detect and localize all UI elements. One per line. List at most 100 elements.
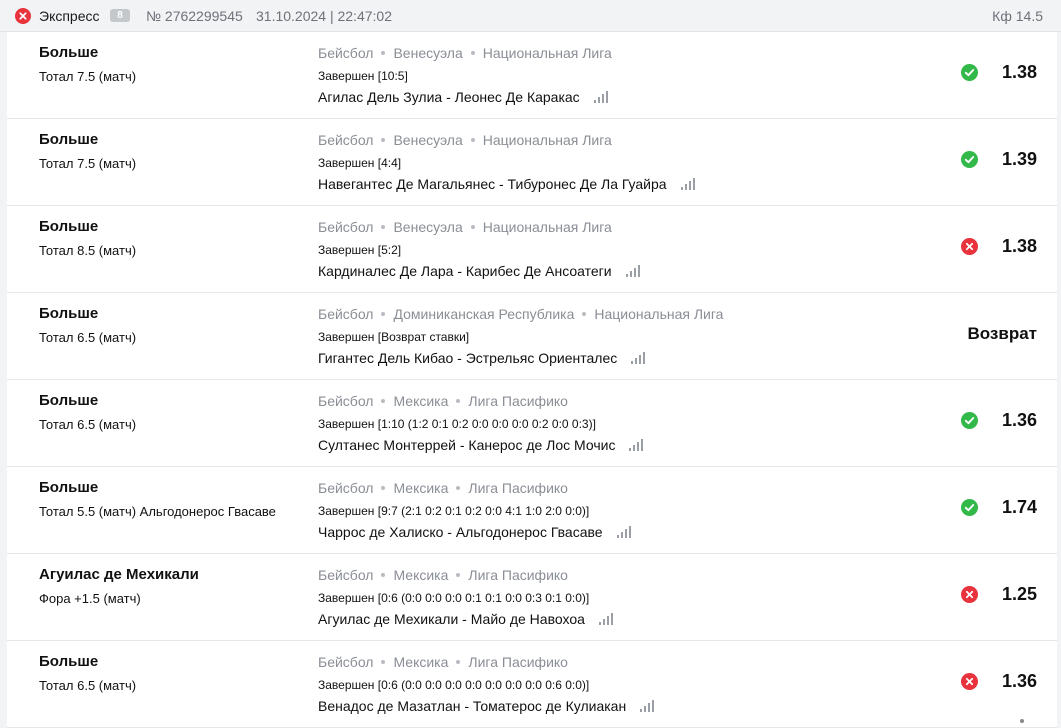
- bet-market: Тотал 8.5 (матч): [39, 243, 137, 258]
- statistics-icon[interactable]: [631, 352, 646, 364]
- event-result: Завершен [1:10 (1:2 0:1 0:2 0:0 0:0 0:0 …: [318, 417, 596, 431]
- separator-dot: [381, 138, 386, 143]
- bet-type: Экспресс: [39, 8, 100, 24]
- league-label: Лига Пасифико: [468, 654, 568, 670]
- bet-row[interactable]: Больше Тотал 5.5 (матч) Альгодонерос Гвас…: [7, 467, 1057, 554]
- statistics-icon[interactable]: [629, 439, 644, 451]
- cross-circle-icon: [961, 238, 978, 255]
- statistics-icon[interactable]: [598, 613, 613, 625]
- event-path[interactable]: Бейсбол Венесуэла Национальная Лига: [318, 132, 612, 148]
- event-match[interactable]: Агилас Дель Зулиа - Леонес Де Каракас: [318, 89, 608, 105]
- total-odds-label: Кф: [992, 8, 1012, 24]
- bet-outcome: Больше: [39, 479, 99, 496]
- total-odds-value: 14.5: [1015, 8, 1043, 24]
- bet-odds: 1.25: [1001, 584, 1037, 604]
- match-name: Венадос де Мазатлан - Томатерос де Кулиа…: [318, 698, 627, 714]
- event-match[interactable]: Султанес Монтеррей - Канерос де Лос Мочи…: [318, 437, 644, 453]
- country-label: Венесуэла: [393, 45, 463, 61]
- event-path[interactable]: Бейсбол Мексика Лига Пасифико: [318, 480, 568, 496]
- event-path[interactable]: Бейсбол Венесуэла Национальная Лига: [318, 45, 612, 61]
- bet-row[interactable]: Агуилас де Мехикали Фора +1.5 (матч) Бейсб…: [7, 554, 1057, 641]
- separator-dot: [456, 573, 461, 578]
- event-result: Завершен [5:2]: [318, 243, 402, 257]
- bet-outcome: Больше: [39, 653, 99, 670]
- separator-dot: [381, 225, 386, 230]
- event-match[interactable]: Навегантес Де Магальянес - Тибуронес Де …: [318, 176, 695, 192]
- country-label: Доминиканская Республика: [393, 306, 575, 322]
- scroll-indicator[interactable]: [1020, 719, 1024, 723]
- close-circle-icon: [15, 8, 31, 24]
- sport-label: Бейсбол: [318, 45, 374, 61]
- cross-circle-icon: [961, 586, 978, 603]
- event-result: Завершен [Возврат ставки]: [318, 330, 470, 344]
- country-label: Мексика: [393, 393, 449, 409]
- bet-market: Тотал 7.5 (матч): [39, 156, 137, 171]
- event-path[interactable]: Бейсбол Доминиканская Республика Националь…: [318, 306, 723, 322]
- statistics-icon[interactable]: [593, 91, 608, 103]
- separator-dot: [470, 138, 475, 143]
- bet-row[interactable]: Больше Тотал 6.5 (матч) Бейсбол Доминиканск…: [7, 293, 1057, 380]
- check-circle-icon: [961, 151, 978, 168]
- bet-outcome: Больше: [39, 218, 99, 235]
- league-label: Национальная Лига: [482, 219, 612, 235]
- bet-row[interactable]: Больше Тотал 7.5 (матч) Бейсбол Венесуэла На…: [7, 119, 1057, 206]
- league-label: Лига Пасифико: [468, 393, 568, 409]
- event-path[interactable]: Бейсбол Венесуэла Национальная Лига: [318, 219, 612, 235]
- bet-market: Тотал 6.5 (матч): [39, 330, 137, 345]
- bet-row[interactable]: Больше Тотал 6.5 (матч) Бейсбол Мексика Лига…: [7, 380, 1057, 467]
- event-result: Завершен [9:7 (2:1 0:2 0:1 0:2 0:0 4:1 1…: [318, 504, 590, 518]
- bet-outcome: Больше: [39, 392, 99, 409]
- bet-market: Тотал 6.5 (матч): [39, 678, 137, 693]
- event-match[interactable]: Агуилас де Мехикали - Майо де Навохоа: [318, 611, 613, 627]
- event-match[interactable]: Гигантес Дель Кибао - Эстрельяс Ориентал…: [318, 350, 646, 366]
- event-result: Завершен [10:5]: [318, 69, 408, 83]
- event-match[interactable]: Венадос де Мазатлан - Томатерос де Кулиа…: [318, 698, 655, 714]
- separator-dot: [582, 312, 587, 317]
- sport-label: Бейсбол: [318, 306, 374, 322]
- match-name: Султанес Монтеррей - Канерос де Лос Мочи…: [318, 437, 616, 453]
- event-path[interactable]: Бейсбол Мексика Лига Пасифико: [318, 567, 568, 583]
- separator-dot: [381, 573, 386, 578]
- separator-dot: [456, 660, 461, 665]
- separator-dot: [470, 225, 475, 230]
- league-label: Лига Пасифико: [468, 480, 568, 496]
- event-match[interactable]: Чаррос де Халиско - Альгодонерос Гвасаве: [318, 524, 631, 540]
- sport-label: Бейсбол: [318, 393, 374, 409]
- sport-label: Бейсбол: [318, 654, 374, 670]
- country-label: Мексика: [393, 567, 449, 583]
- bet-list: Больше Тотал 7.5 (матч) Бейсбол Венесуэла На…: [7, 32, 1057, 728]
- check-circle-icon: [961, 499, 978, 516]
- event-result: Завершен [0:6 (0:0 0:0 0:0 0:0 0:0 0:0 0…: [318, 678, 590, 692]
- statistics-icon[interactable]: [625, 265, 640, 277]
- bet-odds: 1.74: [1001, 497, 1037, 517]
- separator-dot: [381, 486, 386, 491]
- match-name: Кардиналес Де Лара - Карибес Де Ансоатег…: [318, 263, 612, 279]
- separator-dot: [456, 399, 461, 404]
- bet-datetime: 31.10.2024 | 22:47:02: [256, 8, 392, 24]
- bet-outcome: Больше: [39, 305, 99, 322]
- bet-row[interactable]: Больше Тотал 8.5 (матч) Бейсбол Венесуэла На…: [7, 206, 1057, 293]
- sport-label: Бейсбол: [318, 132, 374, 148]
- statistics-icon[interactable]: [640, 700, 655, 712]
- statistics-icon[interactable]: [616, 526, 631, 538]
- bet-row[interactable]: Больше Тотал 6.5 (матч) Бейсбол Мексика Лига…: [7, 641, 1057, 728]
- sport-label: Бейсбол: [318, 219, 374, 235]
- separator-dot: [456, 486, 461, 491]
- event-path[interactable]: Бейсбол Мексика Лига Пасифико: [318, 393, 568, 409]
- country-label: Венесуэла: [393, 132, 463, 148]
- bet-odds: Возврат: [967, 324, 1037, 343]
- event-path[interactable]: Бейсбол Мексика Лига Пасифико: [318, 654, 568, 670]
- bet-row[interactable]: Больше Тотал 7.5 (матч) Бейсбол Венесуэла На…: [7, 32, 1057, 119]
- separator-dot: [381, 399, 386, 404]
- league-label: Национальная Лига: [482, 45, 612, 61]
- bet-outcome: Больше: [39, 44, 99, 61]
- bet-outcome: Агуилас де Мехикали: [39, 566, 199, 583]
- statistics-icon[interactable]: [680, 178, 695, 190]
- separator-dot: [381, 312, 386, 317]
- bet-header[interactable]: Экспресс 8 № 2762299545 31.10.2024 | 22:…: [0, 0, 1061, 32]
- match-name: Навегантес Де Магальянес - Тибуронес Де …: [318, 176, 667, 192]
- bet-market: Тотал 7.5 (матч): [39, 69, 137, 84]
- bet-odds: 1.36: [1001, 671, 1037, 691]
- bet-market: Фора +1.5 (матч): [39, 591, 141, 606]
- event-match[interactable]: Кардиналес Де Лара - Карибес Де Ансоатег…: [318, 263, 640, 279]
